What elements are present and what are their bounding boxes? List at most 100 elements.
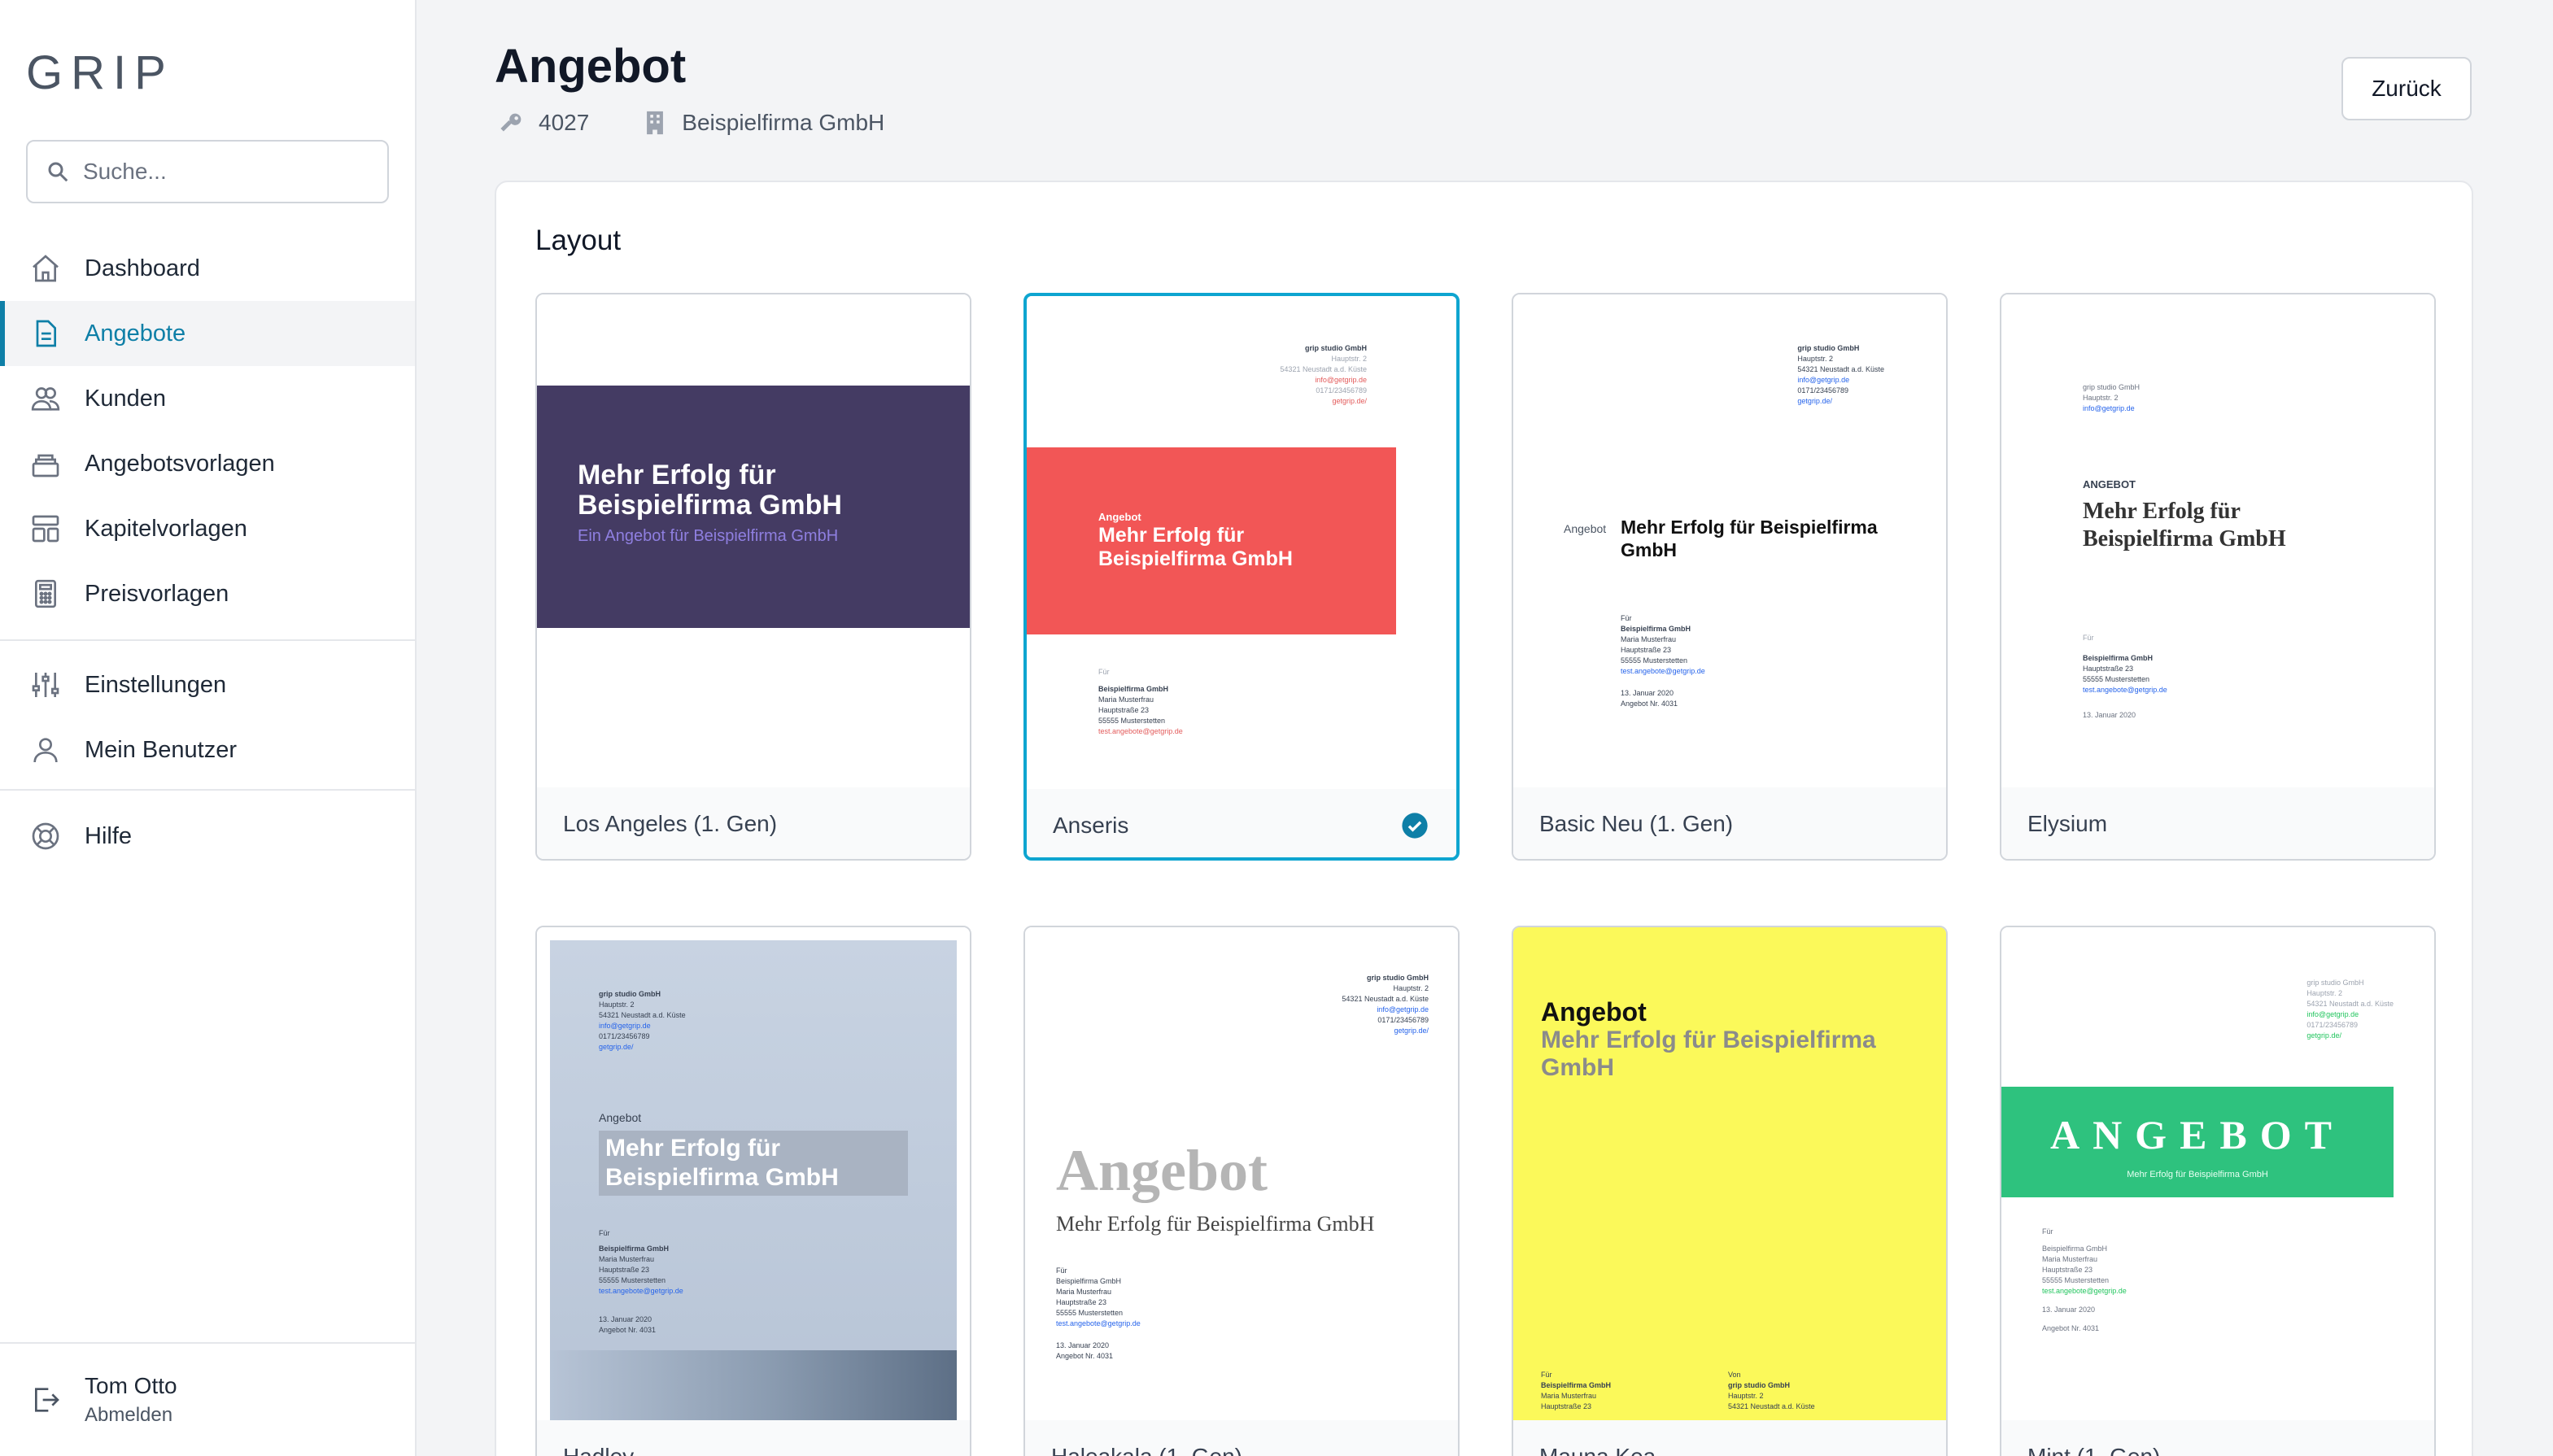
preview-sender: grip studio GmbH <box>599 990 661 998</box>
preview-street: Hauptstr. 2 <box>1331 355 1367 363</box>
preview-title: Mehr Erfolg für Beispielfirma GmbH <box>1621 517 1878 560</box>
preview-email: info@getgrip.de <box>1797 376 1850 384</box>
template-footer: Haleakala (1. Gen) <box>1025 1420 1458 1456</box>
search-icon <box>48 162 68 182</box>
preview-web: getgrip.de/ <box>1332 397 1367 405</box>
sidebar-item-angebote[interactable]: Angebote <box>0 301 415 366</box>
preview-client-city: 55555 Musterstetten <box>1621 656 1688 665</box>
preview-offer-no: Angebot Nr. 4031 <box>599 1326 657 1334</box>
template-card-basic-neu[interactable]: grip studio GmbH Hauptstr. 2 54321 Neust… <box>1512 293 1948 861</box>
template-footer: Anseris <box>1027 789 1456 857</box>
preview-client: Beispielfirma GmbH <box>2042 1245 2108 1253</box>
preview-city: 54321 Neustadt a.d. Küste <box>599 1011 686 1019</box>
preview-client-street: Hauptstraße 23 <box>1056 1298 1107 1306</box>
search-input[interactable] <box>83 159 376 185</box>
preview-kicker: Angebot <box>1098 511 1141 523</box>
preview-date: 13. Januar 2020 <box>1621 689 1674 697</box>
preview-contact: Maria Musterfrau <box>2042 1255 2098 1263</box>
preview-client-mail: test.angebote@getgrip.de <box>2083 686 2167 694</box>
template-footer: Los Angeles (1. Gen) <box>537 787 970 859</box>
key-icon <box>500 113 522 132</box>
preview-contact: Maria Musterfrau <box>599 1255 655 1263</box>
building-icon <box>647 111 664 135</box>
sidebar-item-preisvorlagen[interactable]: Preisvorlagen <box>0 561 415 626</box>
preview-client-street: Hauptstraße 23 <box>1621 646 1672 654</box>
preview-kicker: Angebot <box>1564 522 1607 535</box>
template-label: Hadley <box>563 1444 634 1456</box>
preview-client-street: Hauptstraße 23 <box>2042 1266 2093 1274</box>
preview-client: Beispielfirma GmbH <box>2083 654 2154 662</box>
user-footer[interactable]: Tom Otto Abmelden <box>0 1342 415 1456</box>
preview-client-street: Hauptstraße 23 <box>2083 665 2134 673</box>
sidebar-item-kunden[interactable]: Kunden <box>0 366 415 431</box>
sidebar-item-dashboard[interactable]: Dashboard <box>0 236 415 301</box>
preview-web: getgrip.de/ <box>1394 1027 1429 1035</box>
template-footer: Basic Neu (1. Gen) <box>1513 787 1946 859</box>
preview-city: 54321 Neustadt a.d. Küste <box>2306 1000 2394 1008</box>
preview-fuer: Für <box>1541 1371 1552 1379</box>
user-name: Tom Otto <box>85 1373 177 1398</box>
preview-date: 13. Januar 2020 <box>1056 1341 1110 1349</box>
template-preview: grip studio GmbH Hauptstr. 2 54321 Neust… <box>1513 294 1946 787</box>
preview-fuer: Für <box>2083 634 2094 642</box>
sidebar-item-mein-benutzer[interactable]: Mein Benutzer <box>0 717 415 782</box>
preview-von: Von <box>1728 1371 1741 1379</box>
template-card-haleakala[interactable]: grip studio GmbH Hauptstr. 2 54321 Neust… <box>1023 926 1460 1456</box>
calculator-icon <box>35 579 56 608</box>
template-footer: Hadley <box>537 1420 970 1456</box>
preview-phone: 0171/23456789 <box>2306 1021 2358 1029</box>
sidebar-item-label: Kapitelvorlagen <box>85 515 247 542</box>
template-card-los-angeles[interactable]: Mehr Erfolg für Beispielfirma GmbH Ein A… <box>535 293 971 861</box>
preview-web: getgrip.de/ <box>599 1043 634 1051</box>
preview-phone: 0171/23456789 <box>1797 386 1848 395</box>
template-card-mint[interactable]: grip studio GmbH Hauptstr. 2 54321 Neust… <box>2000 926 2436 1456</box>
layout-icon <box>32 515 59 543</box>
logout-icon[interactable] <box>29 1384 62 1416</box>
template-card-hadley[interactable]: grip studio GmbH Hauptstr. 2 54321 Neust… <box>535 926 971 1456</box>
template-label: Mauna Kea <box>1539 1444 1656 1456</box>
template-card-anseris[interactable]: grip studio GmbH Hauptstr. 2 54321 Neust… <box>1023 293 1460 861</box>
app-logo[interactable]: GRIP <box>26 46 174 100</box>
sidebar-item-label: Angebotsvorlagen <box>85 450 275 477</box>
sidebar-item-angebotsvorlagen[interactable]: Angebotsvorlagen <box>0 431 415 496</box>
template-preview: grip studio GmbH Hauptstr. 2 54321 Neust… <box>537 927 970 1420</box>
template-footer: Elysium <box>2001 787 2434 859</box>
preview-sender: grip studio GmbH <box>1367 974 1429 982</box>
template-card-elysium[interactable]: grip studio GmbH Hauptstr. 2 info@getgri… <box>2000 293 2436 861</box>
sidebar-item-hilfe[interactable]: Hilfe <box>0 804 415 869</box>
sidebar: GRIP Dashboard Angebote Kunden Angebotsv… <box>0 0 417 1456</box>
preview-sender: grip studio GmbH <box>2083 383 2141 391</box>
main-nav: Dashboard Angebote Kunden Angebotsvorlag… <box>0 236 415 626</box>
section-title: Layout <box>535 225 622 256</box>
preview-fuer: Für <box>2042 1227 2053 1236</box>
preview-phone: 0171/23456789 <box>599 1032 650 1040</box>
sidebar-item-label: Kunden <box>85 385 166 412</box>
preview-offer-no: Angebot Nr. 4031 <box>1056 1352 1114 1360</box>
preview-sender: grip studio GmbH <box>1797 344 1860 352</box>
sidebar-item-einstellungen[interactable]: Einstellungen <box>0 652 415 717</box>
template-card-mauna-kea[interactable]: Angebot Mehr Erfolg für Beispielfirma Gm… <box>1512 926 1948 1456</box>
template-label: Elysium <box>2027 811 2108 836</box>
users-icon <box>31 387 60 411</box>
preview-client-mail: test.angebote@getgrip.de <box>1098 727 1183 735</box>
preview-client-city: 55555 Musterstetten <box>1056 1309 1124 1317</box>
preview-date: 13. Januar 2020 <box>2042 1306 2096 1314</box>
logout-link[interactable]: Abmelden <box>85 1404 177 1427</box>
back-button[interactable]: Zurück <box>2341 57 2472 120</box>
preview-email: info@getgrip.de <box>2306 1010 2359 1018</box>
sidebar-item-label: Mein Benutzer <box>85 736 237 763</box>
preview-email: info@getgrip.de <box>1315 376 1367 384</box>
preview-street: Hauptstr. 2 <box>1728 1392 1764 1400</box>
preview-client-city: 55555 Musterstetten <box>599 1276 666 1284</box>
preview-subtitle: Mehr Erfolg für Beispielfirma GmbH <box>2127 1170 2268 1179</box>
template-label: Haleakala (1. Gen) <box>1051 1444 1242 1456</box>
search-box[interactable] <box>26 140 389 203</box>
sidebar-item-kapitelvorlagen[interactable]: Kapitelvorlagen <box>0 496 415 561</box>
preview-title: Mehr Erfolg für Beispielfirma GmbH <box>2083 499 2286 551</box>
sidebar-item-label: Preisvorlagen <box>85 580 229 607</box>
preview-email: info@getgrip.de <box>599 1022 651 1030</box>
sidebar-item-label: Hilfe <box>85 822 133 849</box>
preview-city: 54321 Neustadt a.d. Küste <box>1280 365 1367 373</box>
preview-client-mail: test.angebote@getgrip.de <box>2042 1287 2127 1295</box>
preview-street: Hauptstr. 2 <box>2083 394 2119 402</box>
